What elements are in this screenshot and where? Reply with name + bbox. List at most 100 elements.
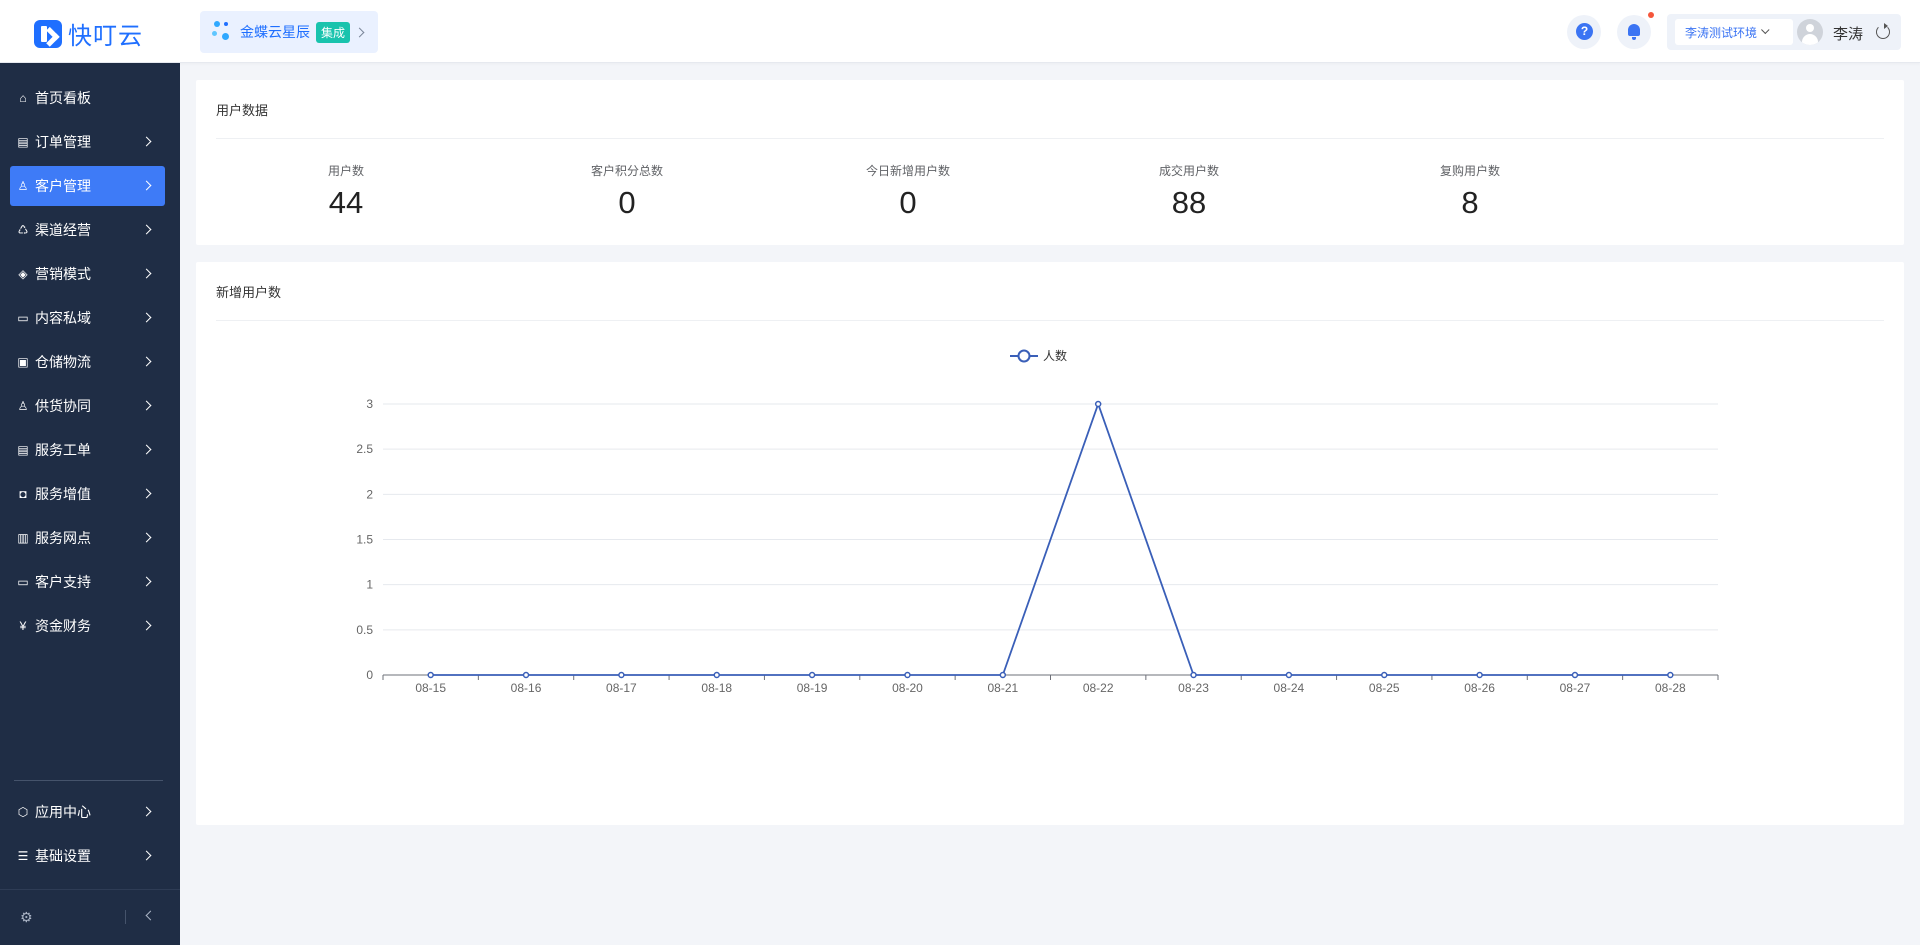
sidebar-item-label: 渠道经营 — [35, 222, 91, 238]
data-point — [1381, 671, 1388, 679]
bell-icon — [1628, 24, 1640, 40]
stat-label: 复购用户数 — [1439, 164, 1500, 178]
chevron-right-icon — [141, 312, 152, 323]
x-tick-label: 08-17 — [606, 681, 637, 695]
sidebar-item[interactable]: ▭ 内容私域 — [10, 298, 165, 338]
data-point — [522, 671, 530, 679]
user-area: 李涛测试环境 李涛 — [1667, 14, 1901, 50]
x-tick-label: 08-25 — [1369, 681, 1400, 695]
y-tick-label: 0 — [366, 668, 373, 682]
stat-item: 复购用户数 8 — [1380, 162, 1560, 221]
chevron-right-icon — [141, 444, 152, 455]
stat-item: 用户数 44 — [256, 162, 436, 221]
stat-label: 用户数 — [327, 164, 364, 178]
sidebar-item[interactable]: ▭ 客户支持 — [10, 562, 165, 602]
bag-icon: ◘ — [19, 487, 27, 501]
chevron-right-icon — [141, 136, 152, 147]
cube-icon: ⬡ — [17, 805, 29, 819]
stat-value: 0 — [618, 185, 636, 220]
sidebar-item[interactable]: ▥ 服务网点 — [10, 518, 165, 558]
sidebar-item[interactable]: ♙ 供货协同 — [10, 386, 165, 426]
integration-name: 金蝶云星辰 — [240, 24, 310, 40]
image-icon: ▭ — [17, 311, 29, 325]
sidebar-item-label: 基础设置 — [35, 848, 91, 864]
stat-value: 0 — [899, 185, 917, 220]
sidebar-item[interactable]: ⬡ 应用中心 — [10, 792, 165, 832]
sidebar-item[interactable]: ☰ 基础设置 — [10, 836, 165, 876]
theme-icon[interactable]: ⚙ — [20, 909, 33, 926]
stat-label: 成交用户数 — [1158, 164, 1219, 178]
x-tick-label: 08-26 — [1464, 681, 1495, 695]
integration-chip[interactable]: 金蝶云星辰 集成 — [200, 11, 378, 53]
sidebar-item[interactable]: ¥ 资金财务 — [10, 606, 165, 646]
chevron-right-icon — [141, 356, 152, 367]
top-header: 快叮云 金蝶云星辰 集成 李涛测试环境 李涛 — [0, 0, 1920, 63]
support-icon: ▭ — [17, 575, 29, 589]
chevron-right-icon — [141, 268, 152, 279]
data-point — [618, 671, 625, 679]
chevron-right-icon — [141, 180, 152, 191]
stat-label: 今日新增用户数 — [865, 164, 950, 178]
supplier-icon: ♙ — [17, 399, 29, 413]
channel-icon: ♺ — [17, 223, 29, 237]
data-point — [999, 671, 1007, 679]
refresh-icon[interactable] — [1876, 23, 1890, 39]
chevron-right-icon — [141, 224, 152, 235]
y-tick-label: 1.5 — [356, 533, 373, 547]
sidebar-item[interactable]: ⌂ 首页看板 — [10, 78, 165, 118]
sidebar-item[interactable]: ♺ 渠道经营 — [10, 210, 165, 250]
x-tick-label: 08-28 — [1655, 681, 1686, 695]
sidebar-item[interactable]: ▤ 服务工单 — [10, 430, 165, 470]
new-users-card: 新增用户数 0 0.5 1 1.5 2 2.5 3 08-15 08-16 08-17 08-18 0… — [196, 262, 1904, 825]
sidebar-divider — [14, 780, 163, 781]
sidebar-item-label: 内容私域 — [35, 310, 91, 326]
card-divider — [216, 138, 1884, 139]
sidebar-item[interactable]: ◘ 服务增值 — [10, 474, 165, 514]
data-point — [713, 671, 720, 679]
sidebar-item-label: 服务工单 — [35, 442, 91, 458]
sidebar-item-label: 资金财务 — [35, 618, 91, 634]
x-tick-label: 08-21 — [987, 681, 1018, 695]
help-icon[interactable] — [1567, 15, 1601, 49]
tag-icon: ◈ — [18, 267, 28, 281]
sidebar-item[interactable]: ▤ 订单管理 — [10, 122, 165, 162]
x-tick-label: 08-18 — [701, 681, 732, 695]
chevron-right-icon — [141, 620, 152, 631]
legend-marker — [1017, 349, 1031, 363]
user-name[interactable]: 李涛 — [1833, 23, 1863, 44]
sidebar-item[interactable]: ◈ 营销模式 — [10, 254, 165, 294]
store-icon: ▥ — [17, 531, 29, 545]
notification-dot — [1648, 12, 1654, 18]
new-users-line-chart: 0 0.5 1 1.5 2 2.5 3 08-15 08-16 08-17 08-18 08-19 08… — [356, 348, 1719, 695]
chevron-right-icon — [354, 27, 365, 37]
y-tick-label: 1 — [366, 578, 373, 592]
sidebar-footer: ⚙ — [0, 889, 180, 945]
app-logo[interactable]: 快叮云 — [34, 16, 143, 51]
logo-icon — [34, 19, 62, 48]
chevron-right-icon — [141, 806, 152, 817]
avatar[interactable] — [1797, 19, 1823, 45]
sidebar-item-label: 首页看板 — [35, 90, 91, 106]
environment-select[interactable]: 李涛测试环境 — [1675, 19, 1793, 45]
y-tick-label: 3 — [366, 397, 373, 411]
sidebar-item[interactable]: ▣ 仓储物流 — [10, 342, 165, 382]
collapse-sidebar-icon[interactable] — [145, 910, 156, 921]
x-tick-label: 08-15 — [415, 681, 446, 695]
sidebar-item-label: 营销模式 — [35, 266, 91, 282]
notification-button[interactable] — [1617, 15, 1651, 49]
x-tick-label: 08-20 — [892, 681, 923, 695]
data-point — [1667, 671, 1674, 679]
integration-badge: 集成 — [316, 21, 351, 43]
sidebar-item-label: 仓储物流 — [35, 354, 91, 370]
logo-text: 快叮云 — [68, 23, 143, 50]
user-data-card: 用户数据 用户数 44 客户积分总数 0 今日新增用户数 0 成交用户数 88 复购用户数 8 — [196, 80, 1904, 245]
sidebar-item-label: 供货协同 — [35, 398, 91, 414]
stat-label: 客户积分总数 — [590, 164, 663, 178]
chevron-right-icon — [141, 532, 152, 543]
data-point — [1190, 671, 1197, 679]
sidebar-item[interactable]: ♙ 客户管理 — [10, 166, 165, 206]
footer-divider — [125, 910, 126, 924]
data-point — [1094, 400, 1102, 408]
stat-value: 44 — [328, 185, 364, 220]
y-tick-label: 0.5 — [356, 623, 373, 637]
